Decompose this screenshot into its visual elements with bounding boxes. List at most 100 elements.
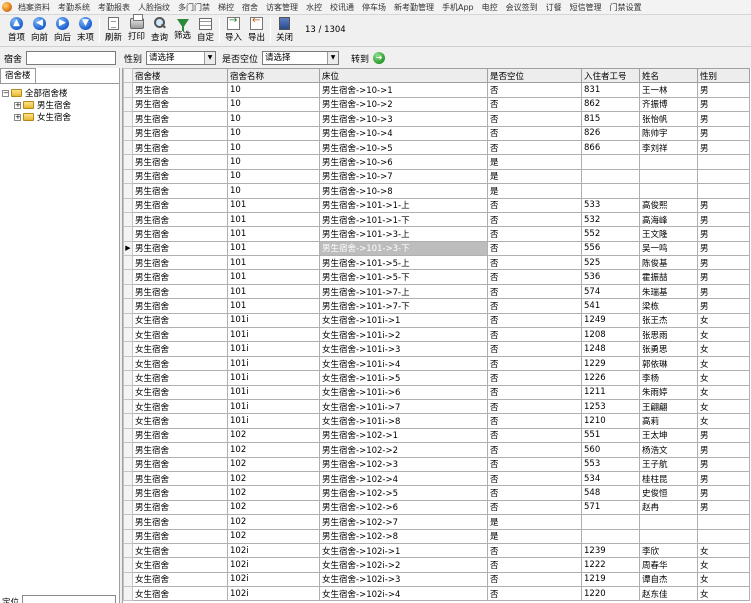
menu-item[interactable]: 校讯通 [327, 0, 359, 14]
table-row[interactable]: 女生宿舍 101i 女生宿舍->101i->1 否 1249 张王杰女 [123, 312, 750, 329]
table-cell[interactable]: 男生宿舍->10->8 [319, 183, 488, 199]
table-row[interactable]: 男生宿舍 102 男生宿舍->102->1 否 551 王太坤男 [123, 427, 750, 444]
table-cell[interactable]: 否 [487, 485, 582, 501]
table-cell[interactable]: 101 [227, 197, 320, 213]
table-cell[interactable]: 男生宿舍->10->7 [319, 168, 488, 185]
row-indicator[interactable] [123, 139, 133, 156]
table-cell[interactable]: 男生宿舍 [132, 442, 228, 458]
table-cell[interactable]: 女生宿舍 [132, 413, 228, 429]
table-cell[interactable]: 815 [581, 111, 640, 127]
menu-item[interactable]: 多门门禁 [175, 0, 215, 14]
table-cell[interactable]: 男 [697, 82, 750, 98]
table-cell[interactable]: 赵冉 [639, 499, 698, 516]
row-indicator[interactable] [123, 255, 133, 271]
table-cell[interactable]: 女生宿舍->102i->2 [319, 557, 488, 573]
table-cell[interactable]: 男生宿舍->101->5-下 [319, 269, 488, 285]
table-cell[interactable]: 1226 [581, 370, 640, 386]
table-cell[interactable]: 杨浩文 [639, 442, 698, 458]
table-cell[interactable]: 否 [487, 283, 582, 300]
table-row[interactable]: 男生宿舍 102 男生宿舍->102->4 否 534 桂柱昆男 [123, 470, 750, 487]
table-cell[interactable]: 女生宿舍 [132, 586, 228, 602]
tab-dorm-buildings[interactable]: 宿舍楼 [0, 68, 36, 83]
table-cell[interactable]: 李杨 [639, 370, 698, 386]
table-cell[interactable]: 女 [697, 384, 750, 400]
row-indicator[interactable] [123, 197, 133, 213]
menu-item[interactable]: 人脸指纹 [135, 0, 175, 14]
table-row[interactable]: 男生宿舍 101 男生宿舍->101->3-上否 552 王文隆男 [123, 226, 750, 242]
table-cell[interactable]: 女 [697, 542, 750, 559]
table-cell[interactable]: 女 [697, 355, 750, 372]
table-cell[interactable]: 否 [487, 240, 582, 257]
table-cell[interactable]: 男生宿舍->102->2 [319, 442, 488, 458]
next-record-button[interactable]: ▶ 向后 [51, 15, 74, 46]
table-row[interactable]: 女生宿舍 101i 女生宿舍->101i->4 否 1229 郭依琳女 [123, 355, 750, 372]
table-row[interactable]: 男生宿舍 101 男生宿舍->101->1-下否 532 高海峰男 [123, 211, 750, 228]
table-cell[interactable]: 男生宿舍->10->4 [319, 125, 488, 141]
table-row[interactable]: 男生宿舍 10 男生宿舍->10->5 否 866 李刘祥男 [123, 139, 750, 156]
row-indicator[interactable] [123, 571, 133, 588]
row-indicator[interactable] [123, 327, 133, 343]
menu-item[interactable]: 考勤报表 [95, 0, 135, 14]
row-indicator[interactable] [123, 456, 133, 472]
table-cell[interactable]: 女生宿舍->101i->6 [319, 384, 488, 400]
table-cell[interactable]: 男 [697, 485, 750, 501]
table-cell[interactable]: 102 [227, 514, 320, 530]
query-button[interactable]: 查询 [148, 15, 171, 46]
collapse-icon[interactable]: − [2, 89, 9, 97]
menu-item[interactable]: 停车场 [359, 0, 391, 14]
expand-icon[interactable]: + [14, 101, 21, 109]
table-cell[interactable] [697, 154, 750, 170]
table-cell[interactable]: 男生宿舍 [132, 269, 228, 285]
table-row[interactable]: 男生宿舍 102 男生宿舍->102->3 否 553 王子航男 [123, 456, 750, 472]
table-cell[interactable]: 王太坤 [639, 427, 698, 444]
menu-item[interactable]: 梯控 [215, 0, 239, 14]
table-cell[interactable]: 男生宿舍->10->1 [319, 82, 488, 98]
table-cell[interactable]: 1253 [581, 398, 640, 415]
table-cell[interactable]: 男生宿舍 [132, 283, 228, 300]
table-row[interactable]: 女生宿舍 102i 女生宿舍->102i->2 否 1222 周春华女 [123, 557, 750, 573]
table-cell[interactable]: 男 [697, 197, 750, 213]
table-cell[interactable]: 高莉 [639, 413, 698, 429]
table-cell[interactable]: 王翩翩 [639, 398, 698, 415]
table-cell[interactable]: 男 [697, 499, 750, 516]
row-indicator[interactable] [123, 154, 133, 170]
table-row[interactable]: 女生宿舍 101i 女生宿舍->101i->8 否 1210 高莉女 [123, 413, 750, 429]
table-cell[interactable]: 否 [487, 499, 582, 516]
table-cell[interactable] [639, 183, 698, 199]
table-cell[interactable]: 女 [697, 370, 750, 386]
table-row[interactable]: 男生宿舍 10 男生宿舍->10->2 否 862 齐振博男 [123, 96, 750, 113]
table-cell[interactable]: 534 [581, 470, 640, 487]
table-cell[interactable]: 101 [227, 283, 320, 300]
table-cell[interactable]: 女 [697, 312, 750, 329]
row-indicator[interactable] [123, 168, 133, 185]
table-cell[interactable]: 男 [697, 470, 750, 487]
table-cell[interactable]: 101i [227, 384, 320, 400]
table-cell[interactable]: 陈俊基 [639, 255, 698, 271]
table-cell[interactable]: 否 [487, 255, 582, 271]
table-cell[interactable] [581, 514, 640, 530]
row-indicator[interactable] [123, 82, 133, 98]
table-cell[interactable]: 男生宿舍->102->4 [319, 470, 488, 487]
table-row[interactable]: 男生宿舍 102 男生宿舍->102->7 是 [123, 514, 750, 530]
table-cell[interactable] [581, 168, 640, 185]
column-header[interactable]: 是否空位 [487, 68, 582, 84]
table-cell[interactable]: 男 [697, 96, 750, 113]
table-cell[interactable]: 1249 [581, 312, 640, 329]
table-cell[interactable]: 男生宿舍->102->5 [319, 485, 488, 501]
table-cell[interactable]: 女 [697, 571, 750, 588]
table-cell[interactable]: 560 [581, 442, 640, 458]
table-cell[interactable]: 否 [487, 384, 582, 400]
tree-node[interactable]: − 全部宿舍楼 [2, 87, 71, 99]
table-cell[interactable]: 541 [581, 298, 640, 314]
table-cell[interactable]: 10 [227, 82, 320, 98]
table-cell[interactable]: 男生宿舍->101->7-上 [319, 283, 488, 300]
table-cell[interactable] [697, 514, 750, 530]
table-cell[interactable]: 女生宿舍->101i->5 [319, 370, 488, 386]
table-cell[interactable]: 101 [227, 298, 320, 314]
row-indicator[interactable] [123, 528, 133, 544]
table-cell[interactable]: 1211 [581, 384, 640, 400]
current-row-pointer-icon[interactable]: ▶ [123, 240, 133, 257]
table-cell[interactable]: 男生宿舍 [132, 96, 228, 113]
table-cell[interactable]: 101 [227, 226, 320, 242]
table-row[interactable]: 女生宿舍 101i 女生宿舍->101i->3 否 1248 张勇思女 [123, 341, 750, 357]
